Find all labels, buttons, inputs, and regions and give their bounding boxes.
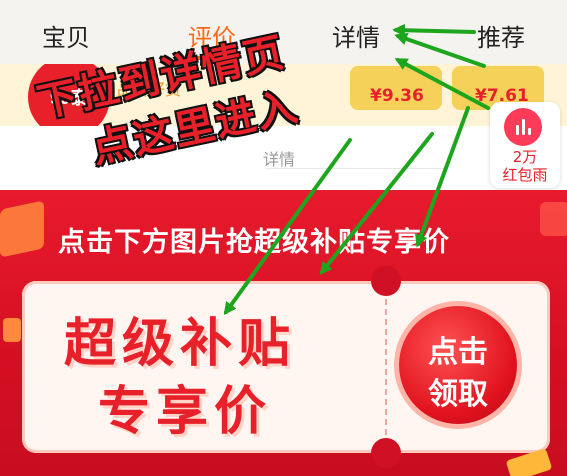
arrow-to-details-tab xyxy=(392,23,476,37)
arrow-to-banner xyxy=(415,106,470,248)
arrow-to-details-tab xyxy=(394,32,486,68)
arrow-to-banner xyxy=(223,138,352,316)
annotation-arrows xyxy=(223,23,490,316)
arrow-to-details-tab xyxy=(394,58,490,110)
